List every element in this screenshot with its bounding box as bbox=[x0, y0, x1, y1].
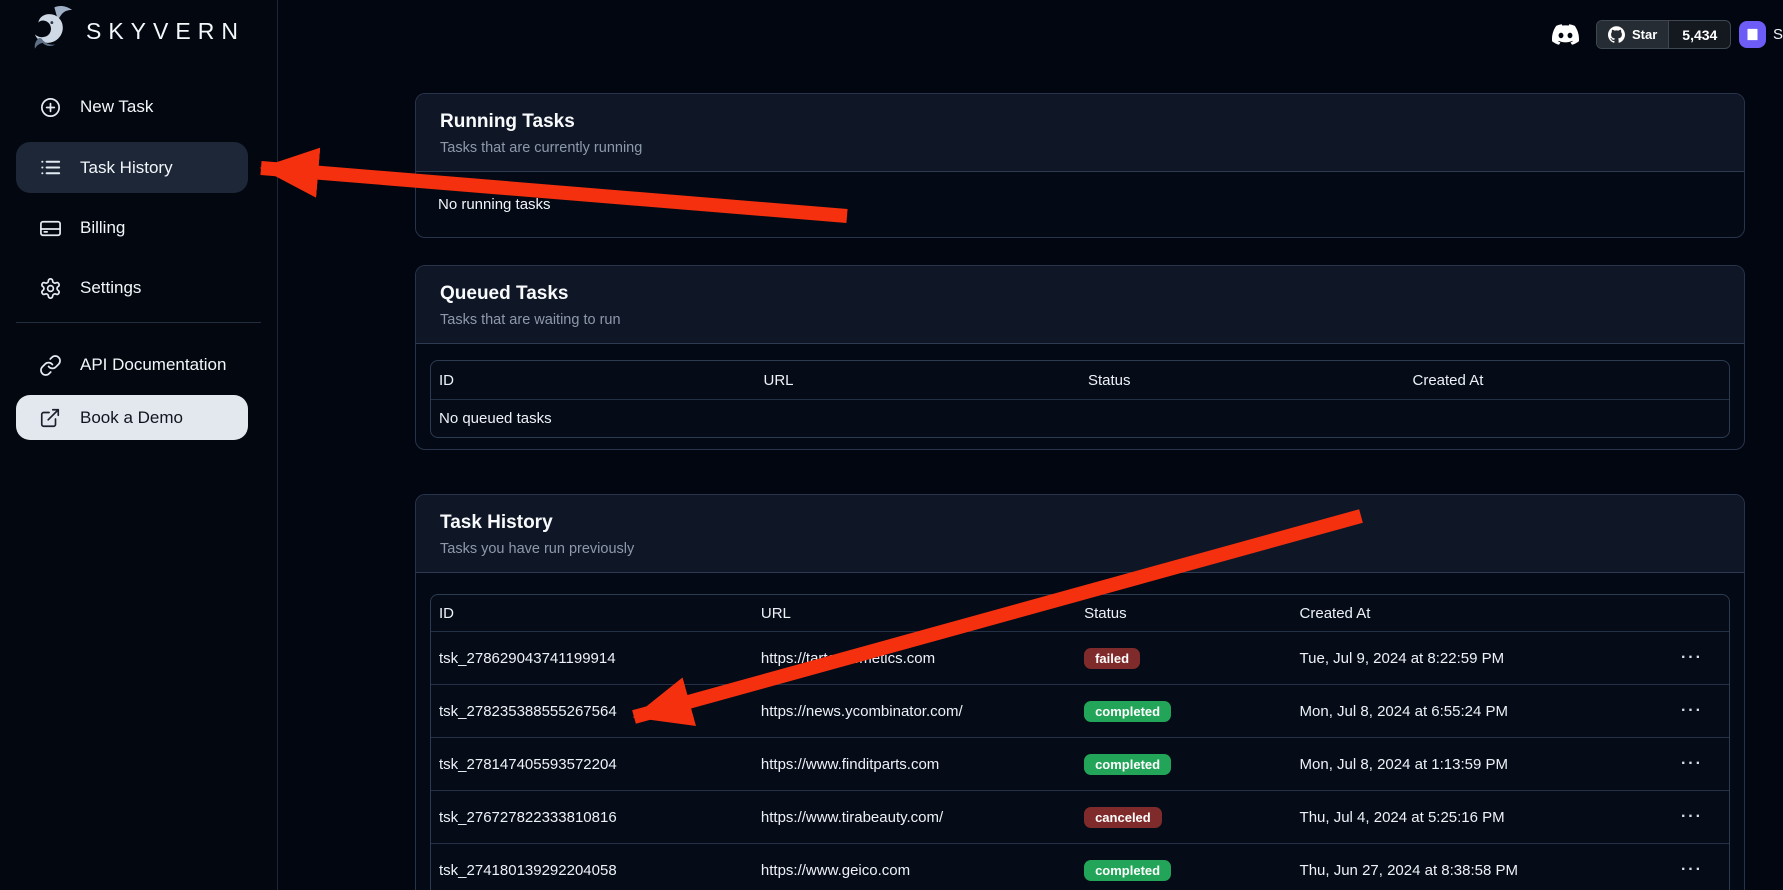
task-status-cell: canceled bbox=[1076, 807, 1291, 828]
organization-icon bbox=[1745, 27, 1760, 42]
task-id-cell: tsk_278629043741199914 bbox=[431, 650, 753, 667]
column-header-created-at: Created At bbox=[1292, 605, 1655, 622]
section-subtitle: Tasks that are waiting to run bbox=[440, 312, 1720, 328]
task-id-cell: tsk_278235388555267564 bbox=[431, 703, 753, 720]
sidebar-item-new-task[interactable]: New Task bbox=[16, 85, 248, 129]
sidebar-item-billing[interactable]: Billing bbox=[16, 206, 248, 250]
task-created-at-cell: Tue, Jul 9, 2024 at 8:22:59 PM bbox=[1292, 650, 1655, 667]
status-badge: completed bbox=[1084, 754, 1171, 775]
sidebar-item-label: Billing bbox=[80, 218, 125, 238]
user-name-partial: Sk bbox=[1773, 26, 1783, 43]
section-title: Task History bbox=[440, 512, 1720, 534]
book-a-demo-button[interactable]: Book a Demo bbox=[16, 395, 248, 440]
sidebar-item-label: Book a Demo bbox=[80, 408, 183, 428]
column-header-url: URL bbox=[756, 372, 1081, 389]
table-row[interactable]: tsk_278235388555267564 https://news.ycom… bbox=[431, 684, 1729, 737]
table-header-row: ID URL Status Created At bbox=[431, 595, 1729, 631]
row-actions-button[interactable]: ··· bbox=[1655, 808, 1729, 826]
link-icon bbox=[38, 354, 62, 377]
sidebar-item-label: Settings bbox=[80, 278, 141, 298]
plus-circle-icon bbox=[38, 96, 62, 119]
skyvern-logo-icon bbox=[24, 4, 78, 58]
section-title: Running Tasks bbox=[440, 111, 1720, 133]
sidebar-divider bbox=[16, 322, 261, 323]
queued-empty-text: No queued tasks bbox=[431, 410, 756, 427]
task-created-at-cell: Thu, Jul 4, 2024 at 5:25:16 PM bbox=[1292, 809, 1655, 826]
column-header-id: ID bbox=[431, 605, 753, 622]
task-status-cell: completed bbox=[1076, 701, 1291, 722]
running-empty-text: No running tasks bbox=[416, 172, 1744, 236]
section-title: Queued Tasks bbox=[440, 283, 1720, 305]
row-actions-button[interactable]: ··· bbox=[1655, 649, 1729, 667]
sidebar: SKYVERN New Task Task History Billing Se… bbox=[0, 0, 278, 890]
status-badge: completed bbox=[1084, 701, 1171, 722]
status-badge: completed bbox=[1084, 860, 1171, 881]
sidebar-item-settings[interactable]: Settings bbox=[16, 266, 248, 310]
table-row[interactable]: tsk_278629043741199914 https://tartecosm… bbox=[431, 631, 1729, 684]
history-table-body: tsk_278629043741199914 https://tartecosm… bbox=[431, 631, 1729, 890]
table-row[interactable]: tsk_276727822333810816 https://www.tirab… bbox=[431, 790, 1729, 843]
task-created-at-cell: Thu, Jun 27, 2024 at 8:38:58 PM bbox=[1292, 862, 1655, 879]
task-status-cell: failed bbox=[1076, 648, 1291, 669]
queued-tasks-card: Queued Tasks Tasks that are waiting to r… bbox=[415, 265, 1745, 450]
brand-logo[interactable]: SKYVERN bbox=[24, 4, 245, 58]
sidebar-item-label: API Documentation bbox=[80, 355, 226, 375]
task-status-cell: completed bbox=[1076, 754, 1291, 775]
table-row[interactable]: tsk_274180139292204058 https://www.geico… bbox=[431, 843, 1729, 890]
task-history-header: Task History Tasks you have run previous… bbox=[416, 495, 1744, 573]
task-url-cell: https://www.tirabeauty.com/ bbox=[753, 809, 1076, 826]
task-status-cell: completed bbox=[1076, 860, 1291, 881]
running-tasks-card: Running Tasks Tasks that are currently r… bbox=[415, 93, 1745, 238]
brand-name: SKYVERN bbox=[86, 18, 245, 45]
row-actions-button[interactable]: ··· bbox=[1655, 755, 1729, 773]
column-header-id: ID bbox=[431, 372, 756, 389]
section-subtitle: Tasks you have run previously bbox=[440, 541, 1720, 557]
queued-tasks-table: ID URL Status Created At No queued tasks bbox=[430, 360, 1730, 438]
column-header-url: URL bbox=[753, 605, 1076, 622]
section-subtitle: Tasks that are currently running bbox=[440, 140, 1720, 156]
task-history-table: ID URL Status Created At tsk_27862904374… bbox=[430, 594, 1730, 890]
sidebar-item-label: New Task bbox=[80, 97, 153, 117]
task-id-cell: tsk_274180139292204058 bbox=[431, 862, 753, 879]
main-content: Running Tasks Tasks that are currently r… bbox=[415, 0, 1745, 890]
queued-empty-row: No queued tasks bbox=[431, 399, 1729, 437]
task-created-at-cell: Mon, Jul 8, 2024 at 1:13:59 PM bbox=[1292, 756, 1655, 773]
gear-icon bbox=[38, 277, 62, 300]
queued-tasks-header: Queued Tasks Tasks that are waiting to r… bbox=[416, 266, 1744, 344]
running-tasks-header: Running Tasks Tasks that are currently r… bbox=[416, 94, 1744, 172]
row-actions-button[interactable]: ··· bbox=[1655, 702, 1729, 720]
table-header-row: ID URL Status Created At bbox=[431, 361, 1729, 399]
table-row[interactable]: tsk_278147405593572204 https://www.findi… bbox=[431, 737, 1729, 790]
column-header-status: Status bbox=[1076, 605, 1291, 622]
external-link-icon bbox=[38, 407, 62, 429]
list-icon bbox=[38, 156, 62, 179]
task-url-cell: https://www.geico.com bbox=[753, 862, 1076, 879]
status-badge: failed bbox=[1084, 648, 1140, 669]
task-id-cell: tsk_276727822333810816 bbox=[431, 809, 753, 826]
task-url-cell: https://news.ycombinator.com/ bbox=[753, 703, 1076, 720]
status-badge: canceled bbox=[1084, 807, 1162, 828]
task-created-at-cell: Mon, Jul 8, 2024 at 6:55:24 PM bbox=[1292, 703, 1655, 720]
credit-card-icon bbox=[38, 217, 62, 240]
sidebar-item-task-history[interactable]: Task History bbox=[16, 142, 248, 193]
task-url-cell: https://tartecosmetics.com bbox=[753, 650, 1076, 667]
column-header-status: Status bbox=[1080, 372, 1405, 389]
sidebar-item-api-documentation[interactable]: API Documentation bbox=[16, 343, 248, 387]
column-header-created-at: Created At bbox=[1405, 372, 1730, 389]
task-url-cell: https://www.finditparts.com bbox=[753, 756, 1076, 773]
row-actions-button[interactable]: ··· bbox=[1655, 861, 1729, 879]
sidebar-item-label: Task History bbox=[80, 158, 173, 178]
task-history-card: Task History Tasks you have run previous… bbox=[415, 494, 1745, 890]
task-id-cell: tsk_278147405593572204 bbox=[431, 756, 753, 773]
